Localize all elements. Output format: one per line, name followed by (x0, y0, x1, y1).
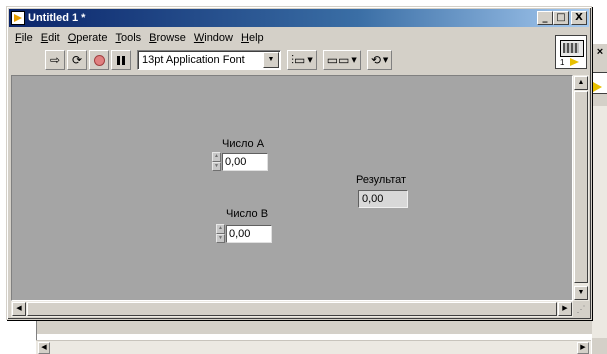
menu-file[interactable]: File (11, 31, 37, 45)
decrement-icon[interactable]: ▼ (216, 233, 225, 243)
control-a-field[interactable]: 0,00 (222, 152, 268, 171)
menu-help[interactable]: Help (237, 31, 268, 45)
scroll-up-icon[interactable]: ▲ (574, 76, 588, 90)
background-vertical-scrollbar[interactable] (592, 106, 607, 338)
background-horizontal-scrollbar[interactable]: ◀ ▶ (36, 340, 591, 354)
font-select[interactable]: 13pt Application Font ▼ (137, 50, 281, 70)
distribute-objects-button[interactable]: ▭▭ ▼ (322, 50, 361, 70)
reorder-icon: ⟲ (370, 53, 381, 67)
control-b-increment-decrement[interactable]: ▲ ▼ (216, 224, 225, 243)
pause-button[interactable] (111, 50, 131, 70)
control-b[interactable]: ▲ ▼ 0,00 (216, 224, 272, 243)
menu-operate[interactable]: Operate (64, 31, 112, 45)
control-a[interactable]: ▲ ▼ 0,00 (212, 152, 268, 171)
chevron-down-icon[interactable]: ▼ (263, 52, 279, 68)
result-indicator: 0,00 (358, 190, 408, 208)
align-objects-button[interactable]: ⫶▭ ▼ (287, 50, 317, 70)
front-panel-canvas[interactable]: Число A ▲ ▼ 0,00 Число B ▲ ▼ 0,00 Резуль… (11, 75, 573, 301)
align-objects-icon: ⫶▭ (291, 52, 306, 67)
menu-tools[interactable]: Tools (111, 31, 145, 45)
resize-grip-icon[interactable]: ⋰ (573, 301, 589, 317)
increment-icon[interactable]: ▲ (212, 152, 221, 162)
increment-icon[interactable]: ▲ (216, 224, 225, 234)
scroll-right-icon[interactable]: ▶ (577, 342, 589, 354)
chevron-down-icon: ▼ (307, 56, 313, 64)
abort-stop-icon (93, 54, 105, 66)
window-title: Untitled 1 * (28, 12, 86, 24)
minimize-button[interactable]: _ (537, 11, 553, 25)
decrement-icon[interactable]: ▼ (212, 161, 221, 171)
control-a-label: Число A (222, 138, 265, 150)
run-arrow-icon: ⇨ (49, 53, 61, 67)
scroll-right-icon[interactable]: ▶ (558, 302, 572, 316)
background-close-button[interactable]: × (593, 46, 607, 59)
vi-icon-connector-pane[interactable]: 1 (555, 35, 587, 69)
maximize-button[interactable]: □ (553, 11, 569, 25)
reorder-button[interactable]: ⟲ ▼ (366, 50, 393, 70)
vi-triangle-icon (570, 58, 579, 66)
horizontal-scroll-thumb[interactable] (27, 302, 557, 316)
vertical-scroll-thumb[interactable] (574, 91, 588, 283)
chevron-down-icon: ▼ (382, 56, 389, 64)
menu-bar: File Edit Operate Tools Browse Window He… (11, 31, 268, 45)
abort-button[interactable] (89, 50, 109, 70)
chevron-down-icon: ▼ (351, 56, 357, 64)
control-b-label: Число B (226, 208, 269, 220)
scroll-left-icon[interactable]: ◀ (12, 302, 26, 316)
vi-icon-number: 1 (560, 58, 565, 67)
control-a-increment-decrement[interactable]: ▲ ▼ (212, 152, 221, 171)
indicator-label: Результат (356, 174, 407, 186)
labview-app-icon[interactable] (11, 11, 25, 25)
vertical-scrollbar[interactable]: ▲ ▼ (573, 75, 589, 301)
close-button[interactable]: X (571, 11, 587, 25)
run-button[interactable]: ⇨ (45, 50, 65, 70)
distribute-objects-icon: ▭▭ (326, 53, 350, 67)
vi-icon (560, 40, 584, 57)
run-continuously-button[interactable]: ⟳ (67, 50, 87, 70)
toolbar: ⇨ ⟳ 13pt Application Font ▼ ⫶▭ ▼ ▭▭ ▼ ⟲ ▼ (45, 49, 393, 71)
horizontal-scrollbar[interactable]: ◀ ▶ (11, 301, 573, 317)
run-continuously-icon: ⟳ (71, 53, 83, 67)
scroll-left-icon[interactable]: ◀ (38, 342, 50, 354)
menu-browse[interactable]: Browse (145, 31, 190, 45)
menu-window[interactable]: Window (190, 31, 237, 45)
font-select-value: 13pt Application Font (142, 54, 245, 66)
control-b-field[interactable]: 0,00 (226, 224, 272, 243)
front-panel-window: Untitled 1 * _ □ X File Edit Operate Too… (6, 6, 592, 320)
pause-icon (117, 55, 125, 65)
title-bar[interactable]: Untitled 1 * _ □ X (9, 9, 589, 27)
menu-edit[interactable]: Edit (37, 31, 64, 45)
scroll-down-icon[interactable]: ▼ (574, 286, 588, 300)
